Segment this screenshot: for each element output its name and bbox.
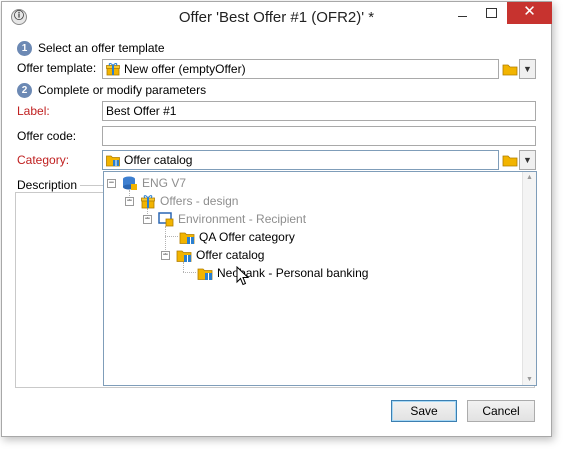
tree-item-label: Offer catalog <box>196 248 265 262</box>
maximize-icon <box>485 8 497 18</box>
tree-item-label: ENG V7 <box>142 176 187 190</box>
maximize-button[interactable] <box>478 2 504 24</box>
collapse-icon[interactable]: − <box>143 214 152 224</box>
tree-item-neobank-personal-banking[interactable]: Neobank - Personal banking <box>197 264 368 282</box>
mouse-cursor-icon <box>236 266 250 286</box>
category-field[interactable]: Offer catalog <box>102 150 499 170</box>
tree-item-label: Offers - design <box>160 194 239 208</box>
tree-item-eng-v7[interactable]: − ENG V7 <box>107 174 186 192</box>
offer-template-field[interactable]: New offer (emptyOffer) <box>102 59 499 79</box>
offer-code-label: Offer code: <box>17 129 77 143</box>
tree-item-offers-design[interactable]: − Offers - design <box>125 192 238 210</box>
cancel-button[interactable]: Cancel <box>467 400 535 422</box>
chevron-down-icon[interactable]: ▼ <box>519 150 536 170</box>
scroll-down-icon[interactable]: ▼ <box>523 376 536 383</box>
tree-connector <box>165 236 178 237</box>
tree-item-environment-recipient[interactable]: − Environment - Recipient <box>143 210 306 228</box>
tree-item-offer-catalog[interactable]: − Offer catalog <box>161 246 264 264</box>
folder-icon[interactable] <box>501 59 519 79</box>
scroll-up-icon[interactable]: ▲ <box>523 174 536 181</box>
folder-icon[interactable] <box>501 150 519 170</box>
title-bar: ⓘ Offer 'Best Offer #1 (OFR2)' * ✕ <box>2 2 552 32</box>
step-number-badge: 1 <box>17 40 32 56</box>
folder-gift-icon <box>197 268 213 280</box>
step-1: 1 Select an offer template <box>17 40 165 56</box>
scrollbar[interactable]: ▲ ▼ <box>522 172 536 385</box>
minimize-button[interactable] <box>449 2 475 24</box>
offer-template-value: New offer (emptyOffer) <box>124 62 246 76</box>
category-value: Offer catalog <box>124 153 193 167</box>
gift-icon <box>106 63 120 76</box>
step-label: Select an offer template <box>38 41 165 55</box>
category-label: Category: <box>17 153 70 167</box>
collapse-icon[interactable]: − <box>125 196 134 206</box>
close-icon: ✕ <box>523 3 536 20</box>
folder-gift-icon <box>179 232 195 244</box>
step-2: 2 Complete or modify parameters <box>17 82 206 98</box>
tree-connector <box>183 272 196 273</box>
description-divider <box>80 185 104 186</box>
label-label: Label: <box>17 104 50 118</box>
category-tree-dropdown[interactable]: ▲ ▼ − ENG V7 − Offers - design − Environ… <box>103 171 537 386</box>
folder-gift-icon <box>106 155 120 167</box>
collapse-icon[interactable]: − <box>161 250 170 260</box>
database-icon <box>123 176 137 190</box>
close-button[interactable]: ✕ <box>507 2 552 24</box>
folder-gift-icon <box>176 250 192 262</box>
offer-dialog: ⓘ Offer 'Best Offer #1 (OFR2)' * ✕ 1 Sel… <box>1 1 552 437</box>
offer-code-field[interactable] <box>102 126 536 146</box>
collapse-icon[interactable]: − <box>107 178 116 188</box>
offer-template-label: Offer template: <box>17 61 97 75</box>
save-button[interactable]: Save <box>391 400 457 422</box>
tree-item-label: QA Offer category <box>199 230 295 244</box>
environment-icon <box>158 212 174 227</box>
description-label: Description <box>17 178 81 192</box>
tree-item-label: Environment - Recipient <box>178 212 307 226</box>
label-field[interactable]: Best Offer #1 <box>102 101 536 121</box>
gift-icon <box>141 195 155 209</box>
step-number-badge: 2 <box>17 82 32 98</box>
chevron-down-icon[interactable]: ▼ <box>519 59 536 79</box>
step-label: Complete or modify parameters <box>38 83 207 97</box>
minimize-icon <box>457 16 467 17</box>
tree-item-qa-offer-category[interactable]: QA Offer category <box>179 228 295 246</box>
